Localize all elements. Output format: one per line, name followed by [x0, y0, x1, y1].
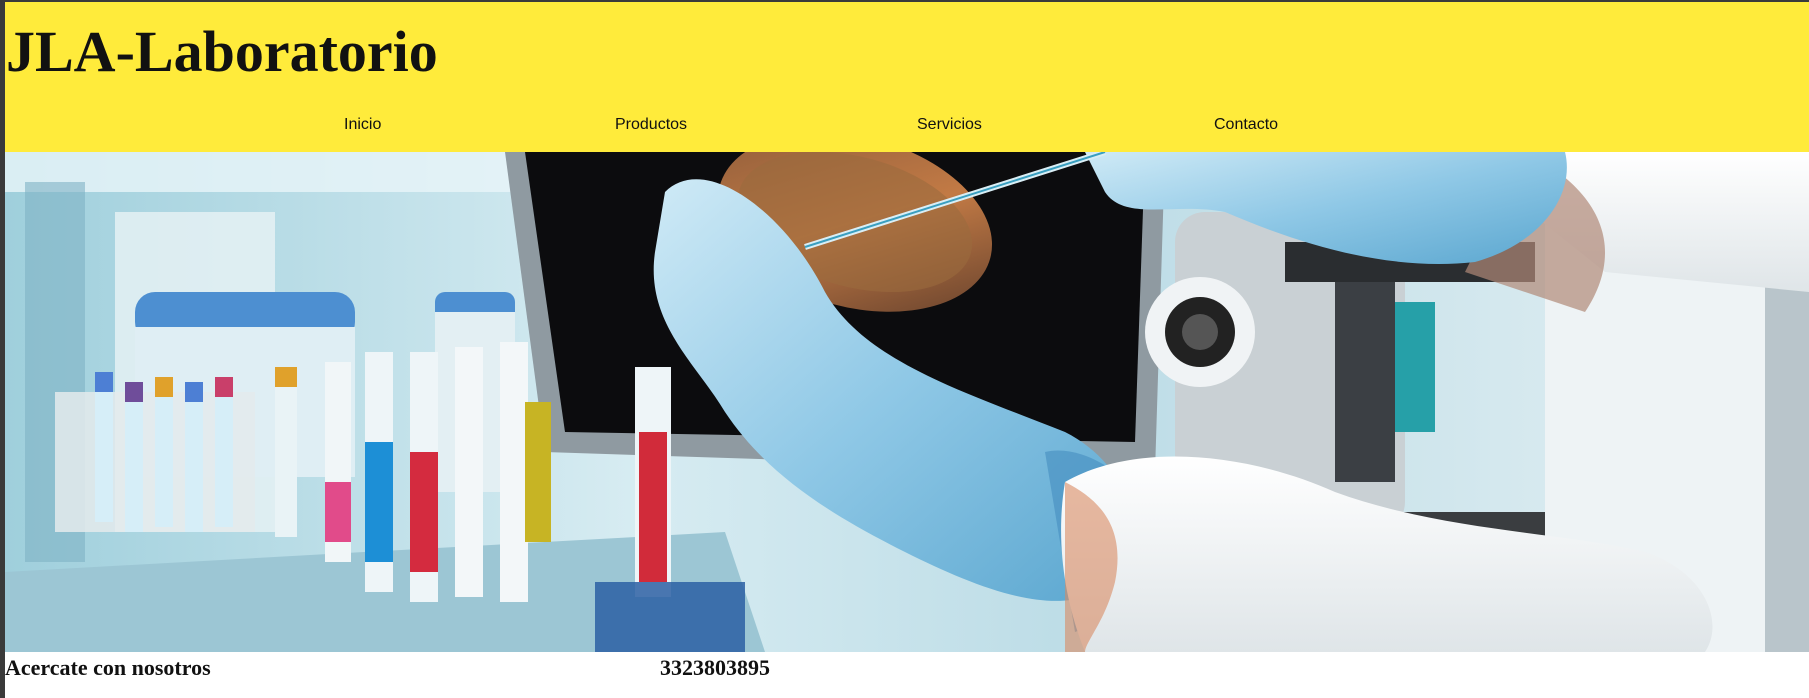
nav-link-contacto[interactable]: Contacto: [1214, 115, 1278, 135]
page: JLA-Laboratorio Inicio Productos Servici…: [5, 2, 1809, 698]
nav-link-inicio[interactable]: Inicio: [344, 115, 381, 135]
nav-link-servicios[interactable]: Servicios: [917, 115, 982, 135]
site-header: JLA-Laboratorio Inicio Productos Servici…: [5, 2, 1809, 152]
hero-lab-photo: [5, 152, 1809, 652]
contact-tagline: Acercate con nosotros: [5, 655, 211, 680]
contact-phone: 3323803895: [660, 655, 770, 680]
nav-link-productos[interactable]: Productos: [615, 115, 687, 135]
site-title: JLA-Laboratorio: [6, 19, 438, 84]
hero-image: [5, 152, 1809, 652]
